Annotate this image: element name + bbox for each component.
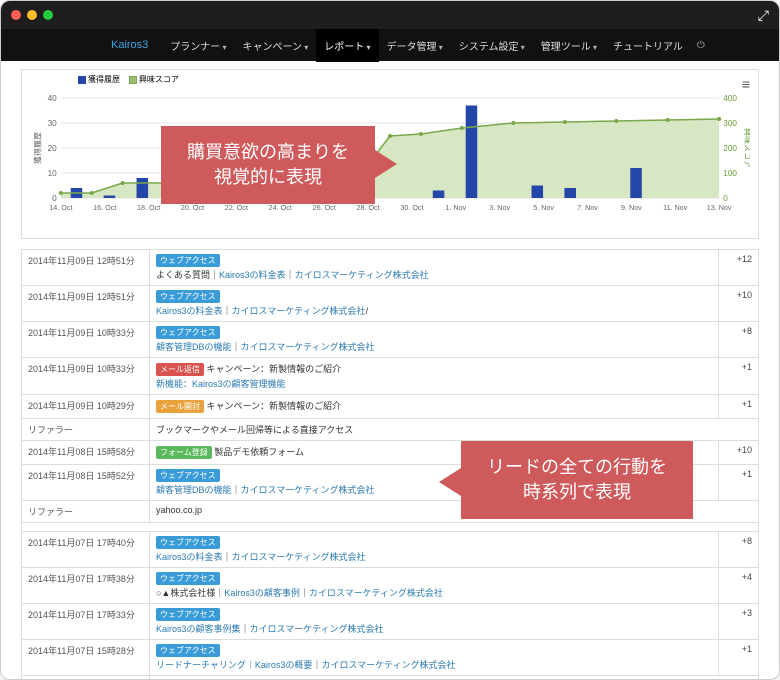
activity-row: 2014年11月09日 12時51分ウェブアクセス Kairos3の料金表｜カイ… — [22, 286, 759, 322]
activity-link[interactable]: Kairos3の料金表 — [156, 552, 223, 562]
svg-text:20: 20 — [48, 144, 58, 153]
nav-report[interactable]: レポート — [316, 29, 378, 62]
svg-text:7. Nov: 7. Nov — [577, 204, 598, 212]
tag-web: ウェブアクセス — [156, 469, 220, 482]
activity-row: 2014年11月07日 17時40分ウェブアクセス Kairos3の料金表｜カイ… — [22, 532, 759, 568]
nav-campaign[interactable]: キャンペーン — [235, 29, 317, 62]
svg-text:30. Oct: 30. Oct — [400, 204, 423, 212]
svg-text:18. Oct: 18. Oct — [137, 204, 160, 212]
activity-row: 2014年11月09日 10時33分ウェブアクセス 顧客管理DBの機能｜カイロス… — [22, 322, 759, 358]
tag-web: ウェブアクセス — [156, 536, 220, 549]
svg-text:10: 10 — [48, 169, 58, 178]
svg-text:16. Oct: 16. Oct — [93, 204, 116, 212]
activity-row: 2014年11月07日 17時38分ウェブアクセス ○▲株式会社様｜Kairos… — [22, 568, 759, 604]
svg-text:26. Oct: 26. Oct — [313, 204, 336, 212]
svg-text:3. Nov: 3. Nov — [489, 204, 510, 212]
main-nav: Kairos3 プランナー キャンペーン レポート データ管理 システム設定 管… — [1, 29, 779, 61]
tag-mail_reply: メール返信 — [156, 363, 204, 376]
svg-text:14. Oct: 14. Oct — [49, 204, 72, 212]
svg-text:30: 30 — [48, 119, 58, 128]
minimize-icon[interactable] — [27, 10, 37, 20]
activity-link[interactable]: カイロスマーケティング株式会社 — [321, 660, 455, 670]
expand-icon[interactable]: ⤢ — [758, 7, 769, 24]
svg-text:300: 300 — [723, 119, 737, 128]
activity-link[interactable]: カイロスマーケティング株式会社 — [241, 342, 375, 352]
activity-link[interactable]: カイロスマーケティング株式会社 — [232, 306, 366, 316]
callout-chart: 購買意欲の高まりを視覚的に表現 — [161, 126, 375, 204]
svg-text:0: 0 — [723, 194, 728, 203]
nav-system[interactable]: システム設定 — [451, 29, 533, 62]
activity-link[interactable]: 顧客管理DBの機能 — [156, 342, 232, 352]
svg-text:40: 40 — [48, 94, 58, 103]
svg-text:24. Oct: 24. Oct — [269, 204, 292, 212]
svg-text:1. Nov: 1. Nov — [445, 204, 466, 212]
activity-row: 2014年11月07日 17時33分ウェブアクセス Kairos3の顧客事例集｜… — [22, 604, 759, 640]
activity-link[interactable]: カイロスマーケティング株式会社 — [232, 552, 366, 562]
referrer-row: リファラーブックマークやメール回帰等による直接アクセス — [22, 676, 759, 680]
brand-logo[interactable]: Kairos3 — [111, 39, 148, 51]
tag-web: ウェブアクセス — [156, 608, 220, 621]
tag-mail_open: メール開封 — [156, 400, 204, 413]
svg-text:20. Oct: 20. Oct — [181, 204, 204, 212]
activity-link[interactable]: Kairos3の顧客事例集 — [156, 624, 241, 634]
activity-link[interactable]: 新機能：Kairos3の顧客管理機能 — [156, 379, 286, 389]
svg-text:興味スコア: 興味スコア — [743, 128, 750, 168]
activity-link[interactable]: カイロスマーケティング株式会社 — [241, 485, 375, 495]
svg-text:200: 200 — [723, 144, 737, 153]
chart-legend: 獲得履歴 興味スコア — [78, 74, 179, 85]
nav-data[interactable]: データ管理 — [379, 29, 451, 62]
activity-link[interactable]: リードナーチャリング｜Kairos3の概要 — [156, 660, 312, 670]
window-titlebar: ⤢ — [1, 1, 779, 29]
activity-link[interactable]: カイロスマーケティング株式会社 — [309, 588, 443, 598]
svg-text:100: 100 — [723, 169, 737, 178]
nav-planner[interactable]: プランナー — [162, 29, 234, 62]
activity-link[interactable]: Kairos3の料金表 — [219, 270, 286, 280]
callout-timeline: リードの全ての行動を時系列で表現 — [461, 441, 693, 519]
tag-web: ウェブアクセス — [156, 644, 220, 657]
nav-admin[interactable]: 管理ツール — [533, 29, 605, 62]
tag-web: ウェブアクセス — [156, 290, 220, 303]
svg-text:5. Nov: 5. Nov — [533, 204, 554, 212]
tag-web: ウェブアクセス — [156, 326, 220, 339]
tag-web: ウェブアクセス — [156, 254, 220, 267]
tag-form: フォーム登録 — [156, 446, 212, 459]
activity-row: 2014年11月07日 15時28分ウェブアクセス リードナーチャリング｜Kai… — [22, 640, 759, 676]
activity-row: 2014年11月09日 10時33分メール返信 キャンペーン：新製情報のご紹介新… — [22, 358, 759, 395]
activity-link[interactable]: Kairos3の顧客事例 — [224, 588, 300, 598]
chart-menu-icon[interactable]: ≡ — [742, 76, 750, 92]
nav-tutorial[interactable]: チュートリアル — [605, 29, 691, 62]
tag-web: ウェブアクセス — [156, 572, 220, 585]
svg-text:9. Nov: 9. Nov — [621, 204, 642, 212]
svg-text:13. Nov: 13. Nov — [707, 204, 732, 212]
activity-link[interactable]: カイロスマーケティング株式会社 — [295, 270, 429, 280]
activity-row: 2014年11月09日 10時29分メール開封 キャンペーン：新製情報のご紹介+… — [22, 395, 759, 419]
activity-link[interactable]: Kairos3の料金表 — [156, 306, 223, 316]
power-icon[interactable]: ⏻ — [697, 40, 705, 51]
svg-text:0: 0 — [52, 194, 57, 203]
activity-link[interactable]: カイロスマーケティング株式会社 — [250, 624, 384, 634]
svg-text:22. Oct: 22. Oct — [225, 204, 248, 212]
activity-row: 2014年11月09日 12時51分ウェブアクセス よくある質問｜Kairos3… — [22, 250, 759, 286]
activity-link[interactable]: 顧客管理DBの機能 — [156, 485, 232, 495]
zoom-icon[interactable] — [43, 10, 53, 20]
referrer-row: リファラーブックマークやメール回帰等による直接アクセス — [22, 419, 759, 441]
svg-text:11. Nov: 11. Nov — [663, 204, 688, 212]
close-icon[interactable] — [11, 10, 21, 20]
svg-text:獲得履歴: 獲得履歴 — [32, 132, 42, 164]
svg-text:28. Oct: 28. Oct — [356, 204, 379, 212]
svg-text:400: 400 — [723, 94, 737, 103]
